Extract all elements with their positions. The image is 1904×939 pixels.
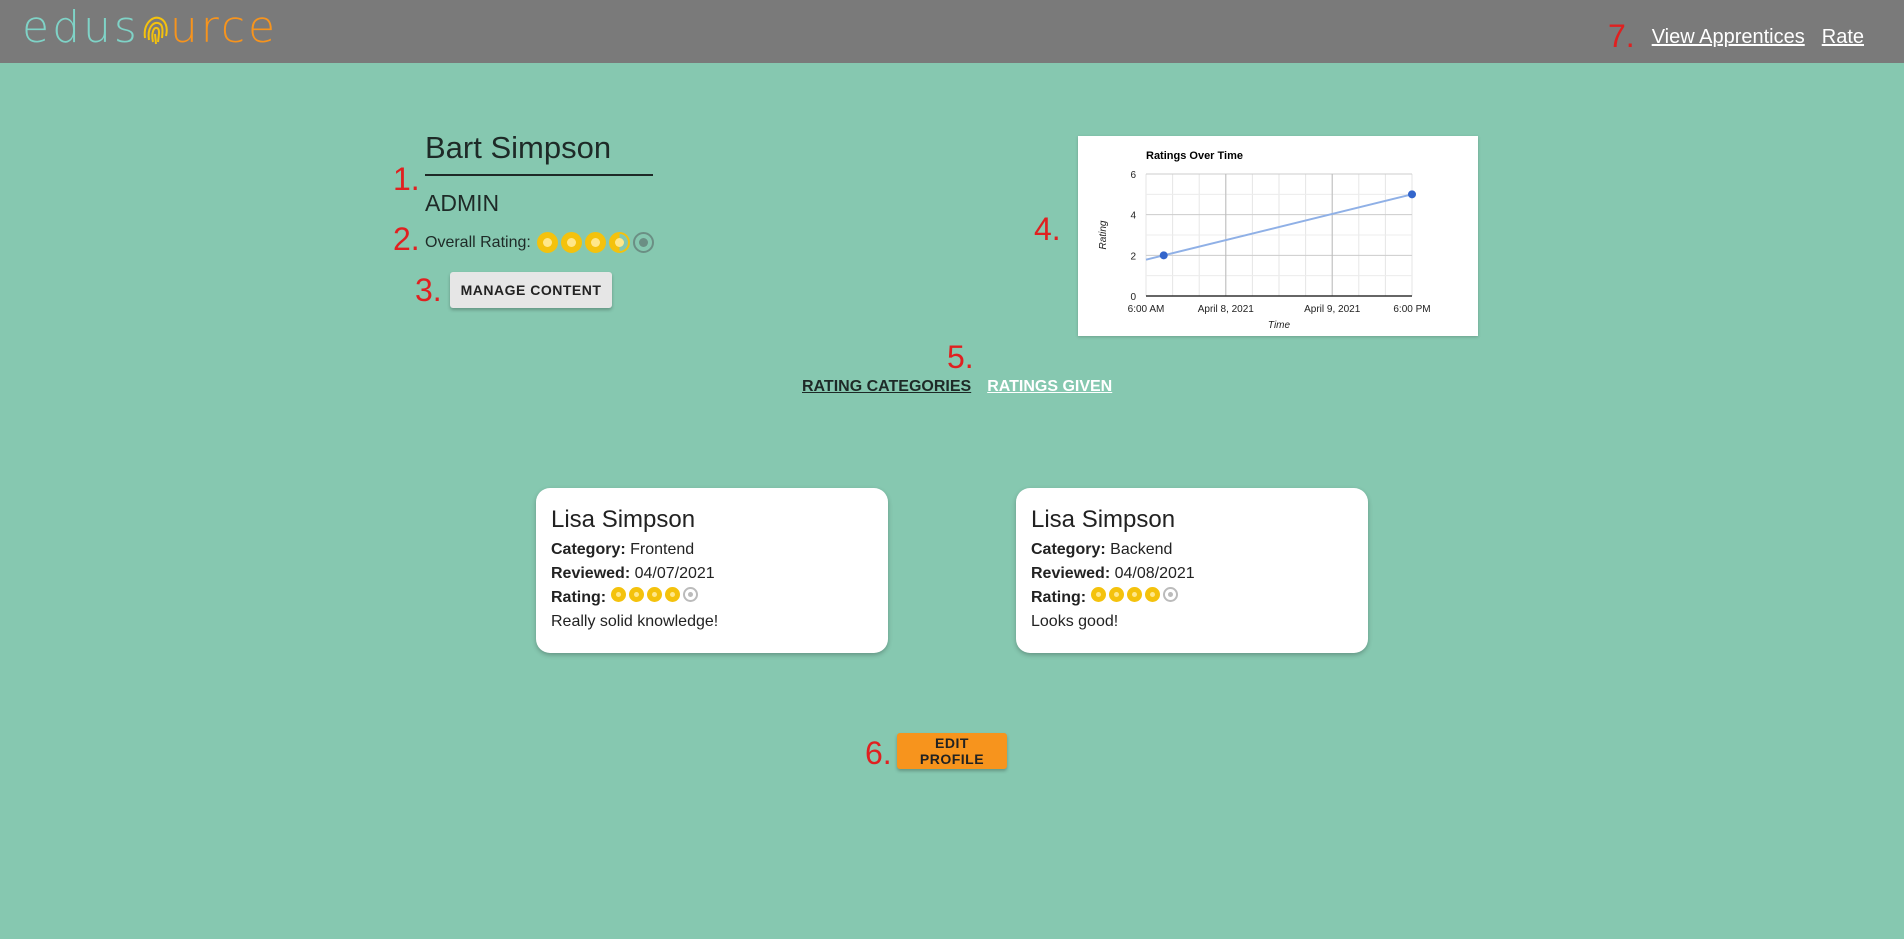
chart-x-tick-label: April 9, 2021 [1304,304,1361,315]
chart-y-tick-label: 0 [1130,292,1136,303]
annotation-marker-5: 5. [947,339,974,375]
rating-star-icon [1126,587,1142,602]
rating-star-icon [610,587,626,602]
fingerprint-icon [143,16,168,45]
card-category: Frontend [630,541,695,558]
rating-star-icon [1090,587,1106,602]
card-name: Lisa Simpson [1031,506,1176,533]
rating-star-icon [628,587,644,602]
rating-star-icon [584,232,606,253]
overall-rating-label: Overall Rating: [425,233,531,251]
annotation-marker-3: 3. [415,272,442,308]
card-category: Backend [1110,541,1173,558]
rating-star-icon [608,232,630,253]
chart-x-label: Time [1268,320,1291,331]
annotation-marker-7: 7. [1608,18,1635,54]
annotation-marker-2: 2. [393,221,420,257]
rating-card: Lisa Simpson Category: Frontend Reviewed… [536,488,888,653]
tab-ratings-given[interactable]: RATINGS GIVEN [987,378,1112,396]
chart-data-point [1159,251,1168,260]
rating-star-icon [632,232,654,253]
card-comment: Looks good! [1031,613,1119,630]
rating-star-icon [1162,587,1178,602]
manage-content-button[interactable]: MANAGE CONTENT [450,272,612,308]
overall-rating: Overall Rating: [425,232,654,253]
card-rating-row: Rating: [1031,586,1353,610]
ratings-chart: 0 2 4 6 6:00 AM April 8, 2021 April 9, 2021 6:0… [1078,136,1478,336]
rating-card: Lisa Simpson Category: Backend Reviewed:… [1016,488,1368,653]
chart-title: Ratings Over Time [1146,150,1243,162]
card-reviewed-date: 04/08/2021 [1114,565,1195,582]
chart-y-tick-label: 6 [1130,170,1136,181]
card-category-row: Category: Frontend [551,541,695,558]
edit-profile-button[interactable]: EDIT PROFILE [897,733,1007,769]
annotation-marker-4: 4. [1034,211,1061,247]
top-nav-links: 7. View Apprentices Rate [1608,16,1864,54]
chart-data-point [1408,190,1416,199]
rating-star-icon [1108,587,1124,602]
card-name: Lisa Simpson [551,506,696,533]
chart-x-tick-label: April 8, 2021 [1198,304,1255,315]
card-rating-stars [1090,587,1178,602]
card-comment: Really solid knowledge! [551,613,719,630]
tab-rating-categories[interactable]: RATING CATEGORIES [802,378,971,396]
annotation-marker-1: 1. [393,161,420,197]
card-rating-row: Rating: [551,586,873,610]
card-reviewed-row: Reviewed: 04/07/2021 [551,565,715,582]
ratings-tabs: RATING CATEGORIES RATINGS GIVEN [802,378,1112,396]
profile-role: ADMIN [425,190,500,216]
top-navbar: edus urce 7. View Apprentices Rate [0,0,1904,63]
rating-star-icon [560,232,582,253]
chart-x-tick-label: 6:00 AM [1128,304,1165,315]
chart-y-tick-label: 2 [1130,251,1136,262]
card-reviewed-date: 04/07/2021 [634,565,715,582]
overall-rating-stars [536,232,654,253]
view-apprentices-link[interactable]: View Apprentices [1652,26,1805,49]
profile-name: Bart Simpson [425,130,653,176]
rating-star-icon [682,587,698,602]
rating-star-icon [1144,587,1160,602]
card-category-row: Category: Backend [1031,541,1173,558]
chart-y-tick-label: 4 [1130,211,1136,222]
ratings-chart-svg: 0 2 4 6 6:00 AM April 8, 2021 April 9, 2021 6:0… [1098,150,1431,331]
rating-star-icon [646,587,662,602]
chart-y-label: Rating [1098,220,1109,249]
annotation-marker-6: 6. [865,735,892,771]
card-reviewed-row: Reviewed: 04/08/2021 [1031,565,1195,582]
rate-link[interactable]: Rate [1822,26,1864,49]
edusource-logo[interactable]: edus urce [22,2,278,54]
card-rating-stars [610,587,698,602]
rating-star-icon [664,587,680,602]
rating-star-icon [536,232,558,253]
chart-x-tick-label: 6:00 PM [1393,304,1430,315]
